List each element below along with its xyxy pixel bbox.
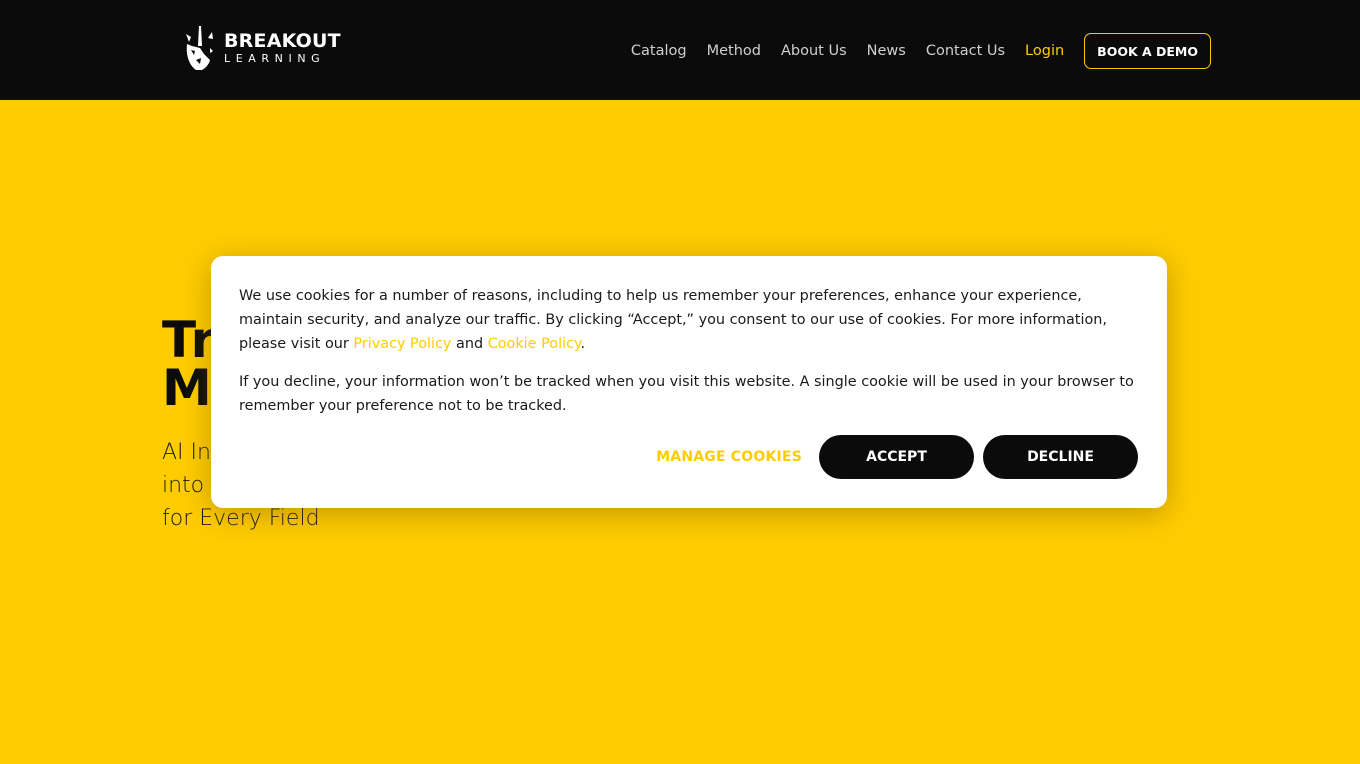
nav-login[interactable]: Login (1025, 43, 1064, 59)
accept-button[interactable]: ACCEPT (819, 435, 974, 479)
logo-wordmark-top: BREAKOUT (224, 30, 341, 52)
manage-cookies-link[interactable]: MANAGE COOKIES (656, 449, 802, 465)
cookie-policy-link[interactable]: Cookie Policy (488, 336, 581, 352)
nav-news[interactable]: News (867, 43, 906, 59)
nav-contact-us[interactable]: Contact Us (926, 43, 1005, 59)
nav-method[interactable]: Method (707, 43, 761, 59)
brand-logo[interactable]: BREAKOUT LEARNING (182, 24, 341, 72)
nav-about-us[interactable]: About Us (781, 43, 847, 59)
rhino-head-icon (186, 26, 213, 70)
logo-wordmark-bottom: LEARNING (224, 52, 326, 65)
site-header: BREAKOUT LEARNING Catalog Method About U… (0, 0, 1360, 100)
cookie-actions: MANAGE COOKIES ACCEPT DECLINE (656, 435, 1138, 479)
cookie-consent-dialog: We use cookies for a number of reasons, … (211, 256, 1167, 508)
privacy-policy-link[interactable]: Privacy Policy (353, 336, 451, 352)
nav-catalog[interactable]: Catalog (631, 43, 687, 59)
cookie-decline-text: If you decline, your information won’t b… (239, 374, 1134, 414)
book-demo-button[interactable]: BOOK A DEMO (1084, 33, 1211, 69)
cookie-intro-text: We use cookies for a number of reasons, … (239, 284, 1139, 356)
decline-button[interactable]: DECLINE (983, 435, 1138, 479)
cookie-intro-and: and (451, 336, 488, 352)
main-nav: Catalog Method About Us News Contact Us … (631, 33, 1211, 69)
cookie-intro-period: . (580, 336, 586, 352)
